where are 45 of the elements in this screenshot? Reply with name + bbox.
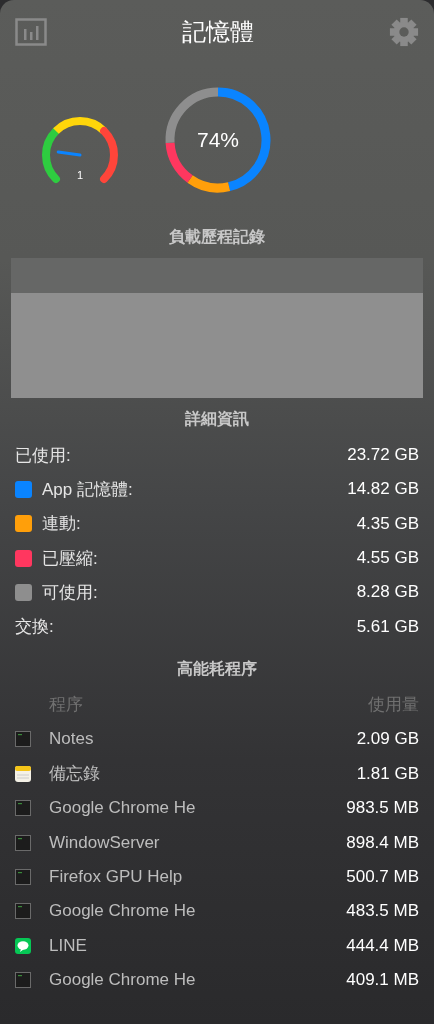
notes-icon [15,765,31,782]
process-name: 備忘錄 [49,763,100,786]
detail-value: 4.35 GB [356,513,419,534]
process-usage: 983.5 MB [346,798,419,819]
process-name: Google Chrome He [49,970,196,991]
process-usage: 898.4 MB [346,832,419,853]
process-name: Google Chrome He [49,901,196,922]
section-title: 高能耗程序 [176,658,258,679]
process-usage: 409.1 MB [346,970,419,991]
column-header: 程序 [49,694,83,717]
process-name: Google Chrome He [49,798,196,819]
window-title: 記憶體 [182,17,254,47]
terminal-icon [15,903,31,920]
detail-label: App 記憶體: [42,478,133,501]
usage-percent: 74% [197,128,239,152]
process-usage: 444.4 MB [346,935,419,956]
terminal-icon [15,868,31,885]
section-title: 負載歷程記錄 [168,227,266,247]
detail-label: 交換: [15,616,54,639]
detail-value: 14.82 GB [347,479,419,500]
terminal-icon [15,834,31,851]
detail-value: 5.61 GB [356,616,419,637]
terminal-icon [15,731,31,748]
process-name: LINE [49,935,87,956]
process-usage: 2.09 GB [356,729,419,750]
process-usage: 1.81 GB [356,763,419,784]
detail-label: 連動: [42,513,81,536]
detail-value: 8.28 GB [356,582,419,603]
detail-label: 已壓縮: [42,547,98,570]
settings-icon[interactable] [389,17,419,47]
process-name: Firefox GPU Help [49,866,183,887]
gauge-reading: 1 [76,169,84,181]
section-title: 詳細資訊 [184,409,250,429]
terminal-icon [15,972,31,989]
detail-value: 23.72 GB [347,445,419,466]
terminal-icon [15,800,31,817]
process-usage: 500.7 MB [346,866,419,887]
chat-bubble-icon [15,937,31,954]
process-name: Notes [49,729,94,750]
detail-label: 已使用: [15,444,71,467]
process-name: WindowServer [49,832,160,853]
chart-icon[interactable] [15,18,47,46]
detail-label: 可使用: [42,581,98,604]
detail-value: 4.55 GB [356,548,419,569]
process-usage: 483.5 MB [346,901,419,922]
